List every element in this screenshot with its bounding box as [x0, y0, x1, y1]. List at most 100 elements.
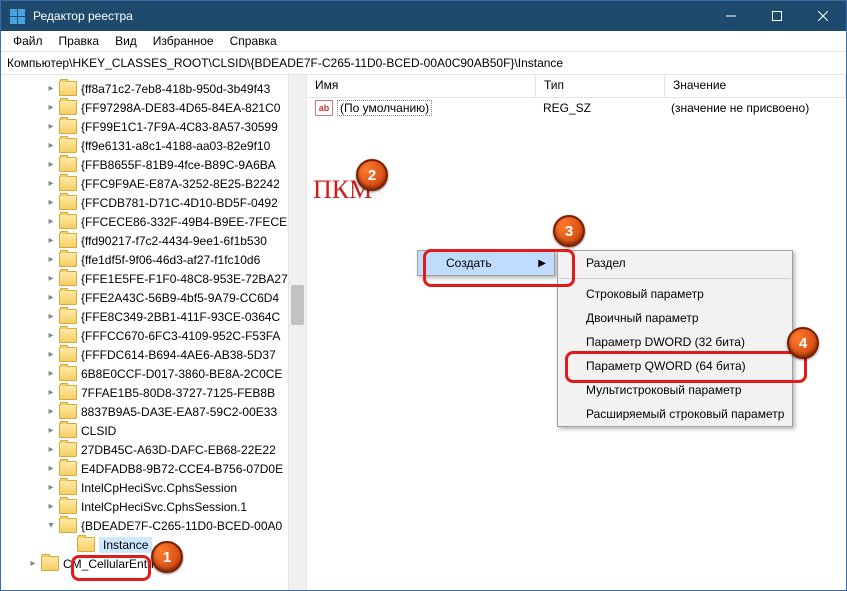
registry-tree[interactable]: ▸{ff8a71c2-7eb8-418b-950d-3b49f43▸{FF972…: [1, 75, 307, 590]
window-buttons: [708, 1, 846, 31]
header-type[interactable]: Тип: [536, 75, 665, 97]
folder-icon: [59, 423, 77, 438]
app-icon: [9, 8, 25, 24]
tree-item-current-key[interactable]: ▾{BDEADE7F-C265-11D0-BCED-00A0: [1, 516, 306, 535]
menu-item-dword[interactable]: Параметр DWORD (32 бита): [558, 330, 792, 354]
expand-icon[interactable]: ▸: [45, 197, 57, 208]
tree-item[interactable]: ▸{FF97298A-DE83-4D65-84EA-821C0: [1, 98, 306, 117]
tree-item[interactable]: ▸{ffe1df5f-9f06-46d3-af27-f1fc10d6: [1, 250, 306, 269]
header-name[interactable]: Имя: [307, 75, 536, 97]
menu-item-multi[interactable]: Мультистроковый параметр: [558, 378, 792, 402]
expand-icon[interactable]: ▸: [45, 463, 57, 474]
tree-item[interactable]: ▸{FFE2A43C-56B9-4bf5-9A79-CC6D4: [1, 288, 306, 307]
folder-icon: [59, 480, 77, 495]
annotation-badge-2: 2: [356, 159, 388, 191]
tree-item[interactable]: ▸CLSID: [1, 421, 306, 440]
tree-item[interactable]: ▸27DB45C-A63D-DAFC-EB68-22E22: [1, 440, 306, 459]
tree-item[interactable]: ▸{FFB8655F-81B9-4fce-B89C-9A6BA: [1, 155, 306, 174]
menu-edit[interactable]: Правка: [51, 34, 108, 48]
list-cell-name: (По умолчанию): [337, 100, 432, 116]
tree-item[interactable]: ▸{FFE1E5FE-F1F0-48C8-953E-72BA27: [1, 269, 306, 288]
expand-icon[interactable]: ▸: [45, 235, 57, 246]
tree-item[interactable]: ▸7FFAE1B5-80D8-3727-7125-FEB8B: [1, 383, 306, 402]
expand-icon[interactable]: ▸: [45, 273, 57, 284]
string-value-icon: ab: [315, 100, 333, 116]
list-row[interactable]: ab(По умолчанию) REG_SZ (значение не при…: [307, 98, 846, 118]
tree-item[interactable]: ▸{ff9e6131-a8c1-4188-aa03-82e9f10: [1, 136, 306, 155]
tree-item[interactable]: ▸{FFCDB781-D71C-4D10-BD5F-0492: [1, 193, 306, 212]
expand-icon[interactable]: ▸: [45, 254, 57, 265]
expand-icon[interactable]: ▸: [45, 292, 57, 303]
content: ▸{ff8a71c2-7eb8-418b-950d-3b49f43▸{FF972…: [1, 75, 846, 590]
expand-icon[interactable]: ▸: [45, 102, 57, 113]
expand-icon[interactable]: ▸: [45, 216, 57, 227]
expand-icon[interactable]: ▸: [45, 444, 57, 455]
folder-icon: [59, 119, 77, 134]
maximize-button[interactable]: [754, 1, 800, 31]
expand-icon[interactable]: ▸: [45, 482, 57, 493]
titlebar[interactable]: Редактор реестра: [1, 1, 846, 31]
tree-item[interactable]: ▸IntelCpHeciSvc.CphsSession.1: [1, 497, 306, 516]
expand-icon[interactable]: ▸: [45, 330, 57, 341]
context-submenu-create: Раздел Строковый параметр Двоичный парам…: [557, 250, 793, 427]
tree-item[interactable]: ▸{ff8a71c2-7eb8-418b-950d-3b49f43: [1, 79, 306, 98]
tree-item[interactable]: ▸IntelCpHeciSvc.CphsSession: [1, 478, 306, 497]
tree-item[interactable]: ▸{FF99E1C1-7F9A-4C83-8A57-30599: [1, 117, 306, 136]
folder-icon: [59, 195, 77, 210]
folder-icon: [59, 252, 77, 267]
tree-item[interactable]: ▸{FFC9F9AE-E87A-3252-8E25-B2242: [1, 174, 306, 193]
menu-help[interactable]: Справка: [222, 34, 285, 48]
value-list[interactable]: Имя Тип Значение ab(По умолчанию) REG_SZ…: [307, 75, 846, 590]
expand-icon[interactable]: ▸: [45, 406, 57, 417]
header-value[interactable]: Значение: [665, 75, 846, 97]
expand-icon[interactable]: ▸: [45, 140, 57, 151]
expand-icon[interactable]: ▾: [45, 520, 57, 531]
tree-item[interactable]: ▸{FFFCC670-6FC3-4109-952C-F53FA: [1, 326, 306, 345]
menu-item-key[interactable]: Раздел: [558, 251, 792, 275]
registry-editor-window: Редактор реестра Файл Правка Вид Избранн…: [0, 0, 847, 591]
menu-item-binary[interactable]: Двоичный параметр: [558, 306, 792, 330]
folder-icon: [59, 233, 77, 248]
menu-file[interactable]: Файл: [5, 34, 51, 48]
folder-icon: [59, 214, 77, 229]
expand-icon[interactable]: ▸: [45, 121, 57, 132]
menu-item-qword[interactable]: Параметр QWORD (64 бита): [558, 354, 792, 378]
folder-icon: [59, 404, 77, 419]
expand-icon[interactable]: ▸: [45, 425, 57, 436]
expand-icon[interactable]: ▸: [45, 368, 57, 379]
tree-item[interactable]: ▸{FFE8C349-2BB1-411F-93CE-0364C: [1, 307, 306, 326]
tree-item[interactable]: ▸6B8E0CCF-D017-3860-BE8A-2C0CE: [1, 364, 306, 383]
tree-item[interactable]: ▸{ffd90217-f7c2-4434-9ee1-6f1b530: [1, 231, 306, 250]
expand-icon[interactable]: ▸: [45, 311, 57, 322]
menu-view[interactable]: Вид: [107, 34, 145, 48]
menu-fav[interactable]: Избранное: [145, 34, 222, 48]
expand-icon[interactable]: ▸: [45, 83, 57, 94]
context-menu-create: Создать ▶: [417, 250, 555, 276]
folder-icon: [59, 176, 77, 191]
expand-icon[interactable]: ▸: [27, 558, 39, 569]
menu-item-create[interactable]: Создать ▶: [418, 251, 554, 275]
tree-scrollbar[interactable]: [288, 75, 306, 590]
menu-item-expand[interactable]: Расширяемый строковый параметр: [558, 402, 792, 426]
tree-item[interactable]: ▸{FFCECE86-332F-49B4-B9EE-7FECE: [1, 212, 306, 231]
expand-icon[interactable]: ▸: [45, 159, 57, 170]
expand-icon[interactable]: ▸: [45, 178, 57, 189]
close-button[interactable]: [800, 1, 846, 31]
tree-item[interactable]: ▸E4DFADB8-9B72-CCE4-B756-07D0E: [1, 459, 306, 478]
tree-scrollthumb[interactable]: [291, 285, 304, 325]
folder-icon: [59, 271, 77, 286]
submenu-arrow-icon: ▶: [538, 258, 546, 269]
window-title: Редактор реестра: [33, 9, 708, 23]
menu-item-string[interactable]: Строковый параметр: [558, 282, 792, 306]
folder-icon: [59, 309, 77, 324]
tree-item[interactable]: ▸{FFFDC614-B694-4AE6-AB38-5D37: [1, 345, 306, 364]
minimize-button[interactable]: [708, 1, 754, 31]
expand-icon[interactable]: ▸: [45, 387, 57, 398]
tree-item[interactable]: ▸8837B9A5-DA3E-EA87-59C2-00E33: [1, 402, 306, 421]
expand-icon[interactable]: ▸: [45, 349, 57, 360]
folder-icon: [59, 347, 77, 362]
address-bar[interactable]: Компьютер\HKEY_CLASSES_ROOT\CLSID\{BDEAD…: [1, 52, 846, 75]
expand-icon[interactable]: ▸: [45, 501, 57, 512]
menu-separator: [559, 278, 791, 279]
folder-icon: [59, 461, 77, 476]
